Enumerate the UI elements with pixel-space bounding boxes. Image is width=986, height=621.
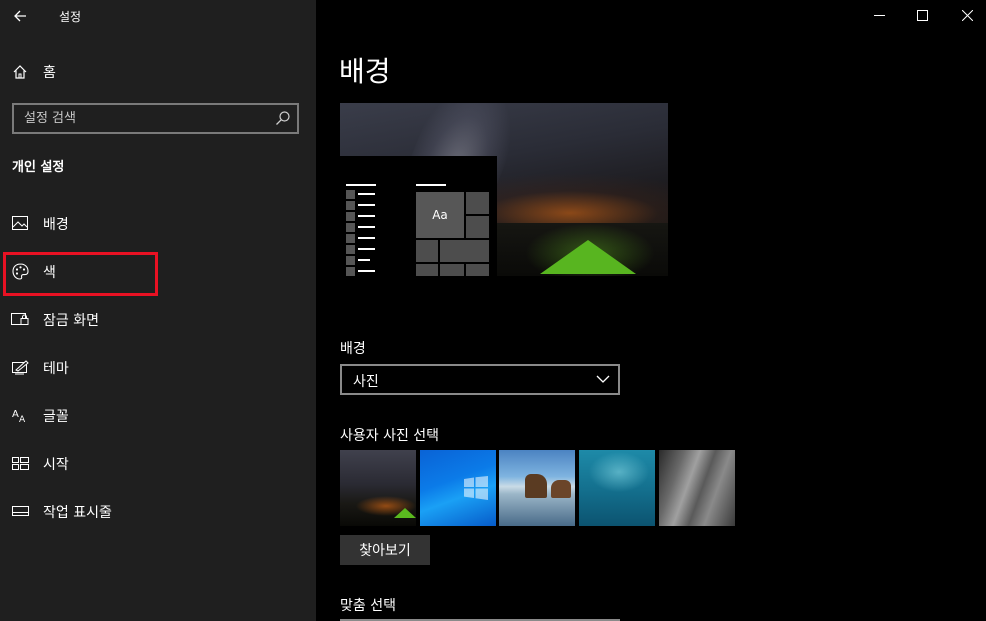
maximize-icon [916,9,928,21]
maximize-button[interactable] [899,0,945,30]
thumbnail-underwater-swimmer[interactable] [579,450,655,526]
thumbnail-windows-blue[interactable] [420,450,496,526]
sidebar-item-label: 테마 [43,361,69,377]
app-title: 설정 [59,10,82,24]
thumbnail-beach-rocks[interactable] [499,450,575,526]
theme-icon [11,358,29,376]
main-content: 배경 Aa 배경 사진 사용자 사진 선택 찾아보기 맞춤 선택 [316,0,986,621]
section-title: 개인 설정 [12,160,65,175]
sidebar-item-label: 작업 표시줄 [43,505,112,521]
sidebar-item-background[interactable]: 배경 [0,203,316,243]
minimize-icon [873,14,885,16]
titlebar-left: 설정 [0,0,316,32]
search-box[interactable] [12,103,299,134]
back-button[interactable] [6,2,34,30]
sidebar-item-label: 잠금 화면 [43,313,99,329]
close-button[interactable] [944,0,986,30]
lock-screen-icon [11,310,29,328]
thumbnail-night-sky-tent[interactable] [340,450,416,526]
search-icon[interactable] [275,110,291,126]
background-label: 배경 [340,341,366,357]
search-input[interactable] [14,105,269,132]
highlight-annotation [3,252,158,296]
sidebar-item-label: 시작 [43,457,69,473]
svg-text:A: A [19,415,26,423]
minimize-button[interactable] [856,0,902,30]
fit-label: 맞춤 선택 [340,598,396,614]
preview-window: Aa [340,156,497,276]
font-icon: A A [11,406,29,424]
browse-button[interactable]: 찾아보기 [340,535,430,565]
dropdown-value: 사진 [353,374,379,390]
start-icon [11,454,29,472]
sidebar-item-home[interactable]: 홈 [0,55,316,89]
page-title: 배경 [339,55,391,88]
home-label: 홈 [43,65,56,81]
svg-text:A: A [12,409,19,420]
sidebar-item-taskbar[interactable]: 작업 표시줄 [0,491,316,531]
tent-shape [540,240,636,274]
sidebar: 설정 홈 개인 설정 배경 [0,0,316,621]
chevron-down-icon [596,375,610,383]
sidebar-item-start[interactable]: 시작 [0,443,316,483]
windows-logo-icon [464,476,488,500]
close-icon [961,9,973,21]
home-icon [11,63,29,81]
taskbar-icon [11,502,29,520]
sidebar-item-label: 글꼴 [43,409,69,425]
sidebar-item-lock-screen[interactable]: 잠금 화면 [0,299,316,339]
sidebar-item-theme[interactable]: 테마 [0,347,316,387]
background-preview: Aa [340,103,668,276]
choose-picture-label: 사용자 사진 선택 [340,428,440,444]
preview-sample-text: Aa [416,192,464,238]
background-type-dropdown[interactable]: 사진 [340,364,620,395]
sidebar-item-fonts[interactable]: A A 글꼴 [0,395,316,435]
back-arrow-icon [14,10,26,22]
sidebar-item-label: 배경 [43,217,69,233]
picture-icon [11,214,29,232]
thumbnail-rock-cliff[interactable] [659,450,735,526]
